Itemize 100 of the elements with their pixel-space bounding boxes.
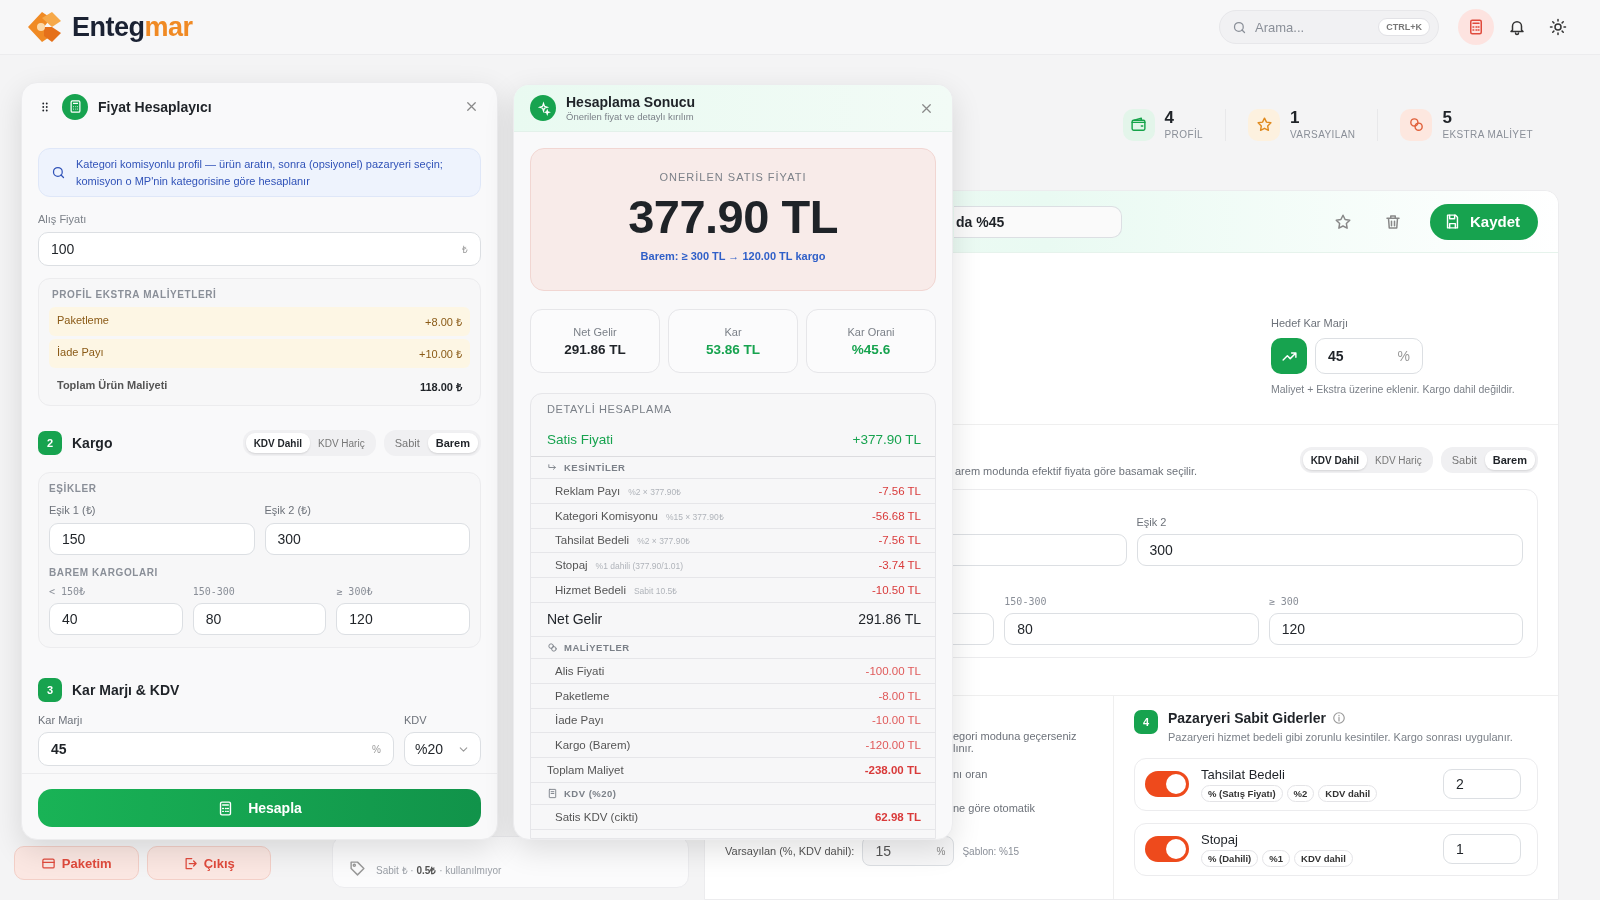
stat-label: Net Gelir bbox=[573, 325, 617, 338]
segment-tab[interactable]: Barem bbox=[427, 433, 478, 453]
breakdown-row: Kargo (Barem) -120.00 TL bbox=[531, 733, 935, 759]
template-text: Şablon: %15 bbox=[962, 845, 1020, 857]
input-field[interactable]: 80 bbox=[192, 603, 327, 635]
fee-name: Stopaj bbox=[1201, 831, 1239, 847]
stat-label: PROFİL bbox=[1164, 129, 1204, 140]
field-label: KDV bbox=[404, 714, 428, 726]
section-heading: KDV (%20) bbox=[564, 787, 617, 799]
summary-label: ONERİLEN SATIS FİYATI bbox=[659, 171, 807, 183]
description-text: lınır. bbox=[953, 742, 975, 754]
profile-meta: Sabit ₺ · 0.5₺ · kullanılmıyor bbox=[376, 864, 502, 877]
segment-tab[interactable]: KDV Hariç bbox=[310, 433, 373, 453]
toggle-switch[interactable] bbox=[1145, 771, 1189, 797]
field-label: 150-300 bbox=[1004, 596, 1048, 607]
field-label: 150-300 bbox=[192, 586, 236, 597]
suggested-price: 377.90 TL bbox=[628, 189, 838, 244]
cost-row: Paketleme +8.00 ₺ bbox=[49, 307, 470, 336]
breakdown-row: Kategori Komisyonu %15 × 377.90₺ -56.68 TL bbox=[531, 503, 935, 529]
stat-label: EKSTRA MALİYET bbox=[1442, 129, 1533, 140]
star-icon bbox=[1333, 212, 1352, 231]
search-icon bbox=[51, 165, 66, 180]
field-label: Hedef Kar Marjı bbox=[1271, 317, 1350, 329]
segment-tab[interactable]: KDV Hariç bbox=[1367, 450, 1430, 470]
breakdown-row: Satis Fiyati +377.90 TL bbox=[531, 423, 935, 457]
segment-tab[interactable]: Barem bbox=[1484, 450, 1535, 470]
section-heading: MALİYETLER bbox=[564, 642, 630, 653]
field-label: Varsayılan (%, KDV dahil): bbox=[725, 845, 855, 857]
brand-name: Entegmar bbox=[72, 11, 193, 43]
field-label: ≥ 300₺ bbox=[336, 586, 374, 597]
margin-field[interactable]: 45 % bbox=[1315, 338, 1423, 374]
sparkle-icon bbox=[530, 95, 556, 121]
cargo-note: Barem: ≥ 300 TL → 120.00 TL kargo bbox=[640, 250, 826, 262]
vat-dropdown[interactable]: %20 bbox=[404, 732, 481, 766]
breakdown-row: Stopaj %1 dahili (377.90/1.01) -3.74 TL bbox=[531, 553, 935, 579]
step-number: 4 bbox=[1134, 710, 1158, 734]
step-number: 3 bbox=[38, 678, 62, 702]
wallet-icon bbox=[1122, 108, 1155, 141]
search-field[interactable]: Arama... CTRL+K bbox=[1219, 10, 1439, 44]
profile-name-field[interactable]: da %45 bbox=[954, 205, 1122, 238]
input-field[interactable]: 120 bbox=[1268, 613, 1523, 645]
tag-icon bbox=[349, 860, 366, 877]
segment-tab[interactable]: KDV Dahil bbox=[245, 433, 310, 453]
info-icon bbox=[1331, 711, 1346, 725]
calculator-button[interactable] bbox=[1458, 9, 1494, 45]
panel-heading: BAREM KARGOLARI bbox=[49, 566, 159, 580]
description-text: Pazaryeri hizmet bedeli gibi zorunlu kesintiler. Kargo sonrası uygulanır. bbox=[1168, 730, 1513, 745]
input-field[interactable]: 40 bbox=[49, 603, 183, 635]
input-field[interactable]: 300 bbox=[264, 523, 470, 555]
stat-value: 5 bbox=[1442, 109, 1453, 126]
breakdown-row: Hizmet Bedeli Sabit 10.5₺ -10.50 TL bbox=[531, 578, 935, 603]
input-field[interactable]: 2 bbox=[1443, 769, 1521, 799]
description-text: ne göre otomatik bbox=[953, 802, 1036, 814]
description-text: nı oran bbox=[953, 768, 989, 780]
segment-tab[interactable]: Sabit bbox=[1443, 450, 1485, 470]
breakdown-row: Reklam Payı %2 × 377.90₺ -7.56 TL bbox=[531, 479, 935, 504]
stat-label: Kar bbox=[724, 325, 742, 338]
input-field[interactable]: 300 bbox=[1136, 534, 1523, 566]
input-field[interactable]: 80 bbox=[1004, 613, 1259, 645]
field-label: Alış Fiyatı bbox=[38, 213, 88, 225]
stat-value: 291.86 TL bbox=[564, 341, 626, 357]
section-title: Kar Marjı & KDV bbox=[72, 682, 180, 698]
star-icon bbox=[1248, 108, 1281, 141]
panel-subtitle: Önerilen fiyat ve detaylı kırılım bbox=[566, 111, 695, 122]
margin-field[interactable]: 45 % bbox=[38, 732, 394, 766]
input-field[interactable]: 1 bbox=[1443, 834, 1521, 864]
coins-icon bbox=[547, 642, 558, 653]
profile-card[interactable]: Sabit ₺ · 0.5₺ · kullanılmıyor bbox=[332, 836, 689, 888]
shortcut-hint: CTRL+K bbox=[1378, 18, 1430, 36]
breakdown-row: Tahsilat Bedeli %2 × 377.90₺ -7.56 TL bbox=[531, 528, 935, 554]
field-label: Kar Marjı bbox=[38, 714, 84, 726]
logout-icon bbox=[182, 855, 198, 871]
hint-text: Maliyet + Ekstra üzerine eklenir. Kargo dahil değildir. bbox=[1271, 383, 1516, 395]
calculator-icon bbox=[1467, 18, 1485, 36]
coins-icon bbox=[1400, 108, 1433, 141]
input-field[interactable]: 120 bbox=[336, 603, 470, 635]
calculator-icon bbox=[62, 93, 88, 120]
field-label: Eşik 2 (₺) bbox=[264, 503, 312, 517]
info-text: Kategori komisyonlu profil — ürün aratın, sonra (opsiyonel) pazaryeri seçin; komisyon o MP'nin kategorisine göre hesaplanır bbox=[76, 157, 444, 189]
field-label: < 150₺ bbox=[49, 586, 87, 597]
panel-heading: PROFİL EKSTRA MALİYETLERİ bbox=[51, 289, 218, 302]
arrow-icon bbox=[547, 462, 558, 473]
breakdown-row: Net Gelir 291.86 TL bbox=[531, 603, 935, 637]
field-label: Eşik 2 bbox=[1136, 516, 1168, 528]
breakdown-row: Paketleme -8.00 TL bbox=[531, 683, 935, 709]
fee-name: Tahsilat Bedeli bbox=[1201, 766, 1286, 782]
toggle-switch[interactable] bbox=[1145, 836, 1189, 862]
field-label: Eşik 1 (₺) bbox=[49, 503, 97, 517]
hint-text: arem modunda efektif fiyata göre basamak seçilir. bbox=[955, 465, 1198, 477]
panel-heading: EŞİKLER bbox=[49, 483, 98, 496]
segment-tab[interactable]: Sabit bbox=[386, 433, 428, 453]
input-field[interactable]: 150 bbox=[49, 523, 255, 555]
segment-tab[interactable]: KDV Dahil bbox=[1302, 450, 1367, 470]
section-title: Pazaryeri Sabit Giderler bbox=[1168, 710, 1326, 726]
trend-button[interactable] bbox=[1271, 338, 1307, 374]
breakdown-row: Toplam Maliyet -238.00 TL bbox=[531, 758, 935, 783]
total-row-text: Toplam Ürün Maliyeti 118.00 ₺ bbox=[56, 378, 464, 395]
stat-value: %45.6 bbox=[851, 341, 891, 357]
card-icon bbox=[40, 855, 56, 871]
price-field[interactable]: 100 ₺ bbox=[38, 232, 481, 266]
